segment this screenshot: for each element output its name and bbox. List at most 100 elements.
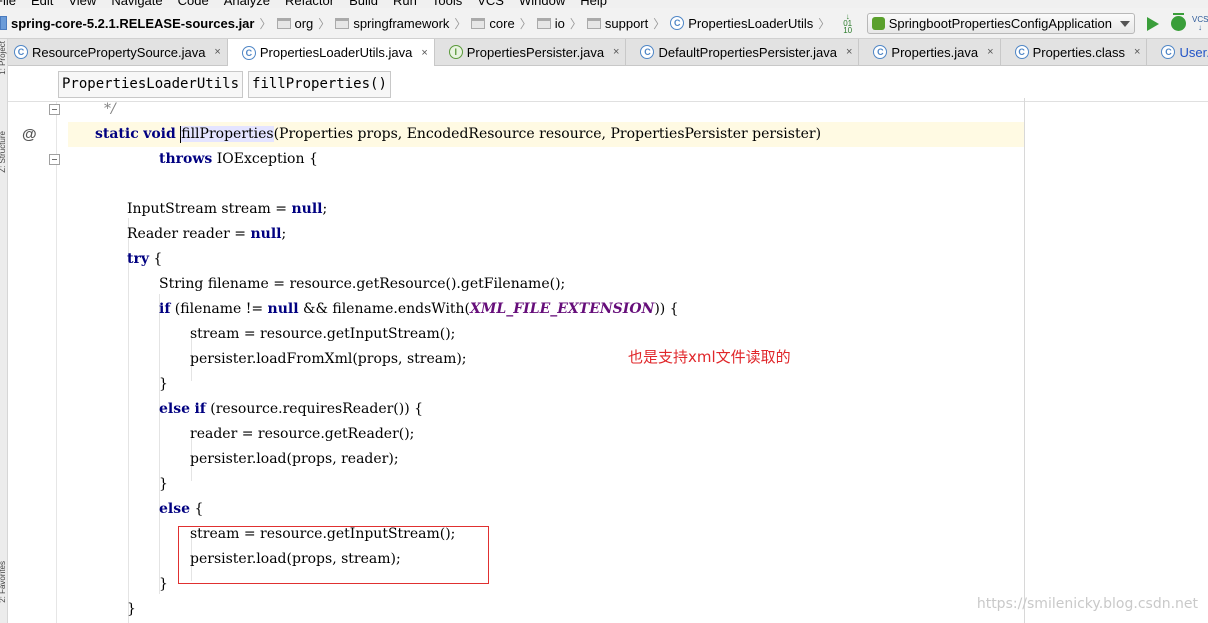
spring-boot-icon bbox=[871, 17, 885, 30]
highlight-box bbox=[178, 526, 489, 584]
tab-properties-java[interactable]: C Properties.java × bbox=[859, 39, 1001, 65]
breadcrumb-folder-label: io bbox=[554, 15, 565, 31]
close-icon[interactable]: × bbox=[987, 46, 993, 58]
menu-refactor[interactable]: Refactor bbox=[279, 0, 343, 8]
method-params: (Properties props, EncodedResource resou… bbox=[273, 126, 822, 142]
code-text: ; bbox=[322, 201, 328, 217]
code-line: Reader reader = null; bbox=[68, 222, 1024, 247]
breadcrumb-folder-label: org bbox=[294, 15, 314, 31]
fold-toggle-icon[interactable] bbox=[49, 154, 60, 165]
code-line: try { bbox=[68, 247, 1024, 272]
code-text: persister.loadFromXml(props, stream); bbox=[190, 351, 467, 367]
editor-tab-bar: C ResourcePropertySource.java × C Proper… bbox=[0, 39, 1208, 66]
vcs-icon[interactable]: VCS ↓ bbox=[1192, 14, 1208, 32]
breadcrumb-folder-label: springframework bbox=[353, 15, 450, 31]
code-line: if (filename != null && filename.endsWit… bbox=[68, 297, 1024, 322]
tab-label: ResourcePropertySource.java bbox=[32, 44, 206, 60]
run-configuration-selector[interactable]: SpringbootPropertiesConfigApplication bbox=[866, 13, 1135, 34]
chevron-right-icon: 〉 bbox=[653, 16, 666, 31]
code-text: String filename = resource.getResource()… bbox=[159, 276, 566, 292]
code-line: } bbox=[68, 372, 1024, 397]
method-name: fillProperties bbox=[181, 126, 274, 142]
code-line: String filename = resource.getResource()… bbox=[68, 272, 1024, 297]
close-icon[interactable]: × bbox=[214, 46, 220, 58]
code-line: persister.load(props, reader); bbox=[68, 447, 1024, 472]
chevron-down-icon bbox=[1120, 20, 1130, 27]
code-text: } bbox=[159, 476, 168, 492]
code-line: */ bbox=[68, 97, 1024, 122]
breadcrumb-folder-core[interactable]: core bbox=[471, 15, 515, 31]
breadcrumb-folder-springframework[interactable]: springframework bbox=[335, 16, 449, 31]
sort-order-icon[interactable]: ↓ 01 10 bbox=[841, 13, 855, 35]
breadcrumb-class-label: PropertiesLoaderUtils bbox=[688, 15, 814, 31]
breadcrumb-folder-support[interactable]: support bbox=[586, 15, 649, 31]
keyword: if bbox=[194, 401, 206, 417]
code-text: Reader reader = bbox=[127, 226, 251, 242]
menu-navigate[interactable]: Navigate bbox=[105, 0, 171, 8]
tab-default-properties-persister[interactable]: C DefaultPropertiesPersister.java × bbox=[626, 39, 860, 65]
run-icon[interactable] bbox=[1147, 16, 1159, 31]
code-text: ; bbox=[281, 226, 287, 242]
breadcrumb-class[interactable]: C PropertiesLoaderUtils bbox=[670, 16, 813, 31]
menu-file[interactable]: File bbox=[0, 0, 25, 8]
menu-analyze[interactable]: Analyze bbox=[218, 0, 279, 8]
vcs-label: VCS bbox=[1192, 14, 1208, 24]
chevron-right-icon: 〉 bbox=[259, 16, 272, 31]
breadcrumb-folder-label: core bbox=[489, 15, 515, 31]
keyword: else bbox=[159, 501, 191, 517]
tab-label: PropertiesLoaderUtils.java bbox=[259, 45, 413, 60]
annotation-note: 也是支持xml文件读取的 bbox=[628, 348, 791, 366]
code-text: IOException { bbox=[212, 151, 318, 167]
tab-properties-loader-utils[interactable]: C PropertiesLoaderUtils.java × bbox=[227, 39, 435, 66]
menu-window[interactable]: Window bbox=[513, 0, 574, 8]
interface-icon: I bbox=[448, 45, 463, 59]
folder-icon bbox=[335, 17, 350, 29]
menu-vcs[interactable]: VCS bbox=[471, 0, 513, 8]
breadcrumb-folder-org[interactable]: org bbox=[276, 15, 314, 31]
code-text: (filename != bbox=[170, 301, 268, 317]
close-icon[interactable]: × bbox=[846, 46, 852, 58]
tab-properties-class[interactable]: C Properties.class × bbox=[1000, 39, 1148, 65]
chevron-right-icon: 〉 bbox=[318, 16, 331, 31]
favorites-tool-button[interactable]: 2: Favorites bbox=[0, 561, 8, 603]
code-line: reader = resource.getReader(); bbox=[68, 422, 1024, 447]
structure-tool-button[interactable]: Z: Structure bbox=[0, 131, 8, 173]
keyword: void bbox=[143, 126, 176, 142]
breadcrumb: spring-core-5.2.1.RELEASE-sources.jar 〉 … bbox=[0, 8, 835, 38]
menu-help[interactable]: Help bbox=[574, 0, 616, 8]
code-line: stream = resource.getInputStream(); bbox=[68, 322, 1024, 347]
chevron-right-icon: 〉 bbox=[818, 16, 831, 31]
menu-edit[interactable]: Edit bbox=[25, 0, 62, 8]
close-icon[interactable]: × bbox=[1134, 46, 1140, 58]
folder-icon bbox=[536, 17, 551, 29]
folder-icon bbox=[276, 17, 291, 29]
debug-icon[interactable] bbox=[1171, 13, 1186, 31]
project-tool-button[interactable]: 1: Project bbox=[0, 41, 8, 75]
close-icon[interactable]: × bbox=[421, 47, 427, 59]
editor-gutter: @ bbox=[8, 102, 68, 623]
tab-label: Properties.class bbox=[1032, 44, 1126, 60]
menu-run[interactable]: Run bbox=[387, 0, 426, 8]
gutter-divider bbox=[56, 102, 57, 623]
menu-build[interactable]: Build bbox=[343, 0, 387, 8]
class-icon: C bbox=[873, 45, 888, 59]
keyword: try bbox=[127, 251, 149, 267]
override-marker-icon[interactable]: @ bbox=[22, 126, 37, 143]
breadcrumb-folder-label: support bbox=[604, 15, 649, 31]
tab-properties-persister[interactable]: I PropertiesPersister.java × bbox=[434, 39, 627, 65]
tab-user-java[interactable]: C User.java × bbox=[1147, 39, 1208, 65]
structure-item-method[interactable]: fillProperties() bbox=[248, 70, 391, 98]
menu-tools[interactable]: Tools bbox=[426, 0, 471, 8]
structure-item-class[interactable]: PropertiesLoaderUtils bbox=[58, 70, 244, 98]
breadcrumb-jar[interactable]: spring-core-5.2.1.RELEASE-sources.jar bbox=[0, 16, 254, 31]
breadcrumb-folder-io[interactable]: io bbox=[536, 15, 565, 31]
tab-resource-property-source[interactable]: C ResourcePropertySource.java × bbox=[0, 39, 228, 65]
menu-view[interactable]: View bbox=[62, 0, 105, 8]
close-icon[interactable]: × bbox=[613, 46, 619, 58]
keyword: null bbox=[267, 301, 299, 317]
fold-toggle-icon[interactable] bbox=[49, 104, 60, 115]
code-text: { bbox=[148, 251, 163, 267]
class-icon: C bbox=[14, 45, 28, 59]
menu-code[interactable]: Code bbox=[172, 0, 218, 8]
code-text: stream = resource.getInputStream(); bbox=[190, 326, 456, 342]
